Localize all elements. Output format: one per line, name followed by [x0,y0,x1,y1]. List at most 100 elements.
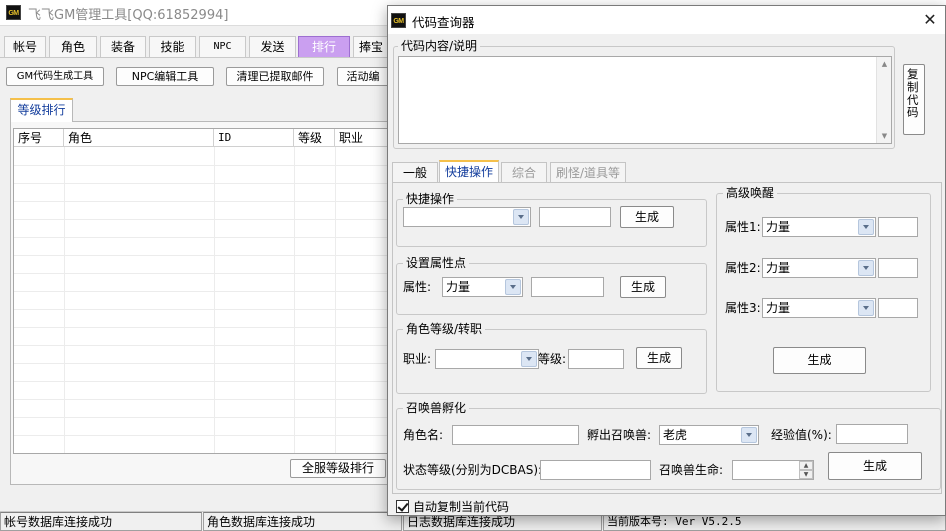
awakening-attr2-label: 属性2: [725,261,761,275]
tab-npc[interactable]: NPC [199,36,246,57]
tab-equipment[interactable]: 装备 [100,36,146,57]
table-row-line [14,219,388,220]
spin-down-icon[interactable]: ▼ [799,470,813,479]
table-row-line [14,453,389,454]
column-header-role[interactable]: 角色 [64,129,214,147]
table-row-line [14,309,388,310]
table-row-line [14,273,388,274]
close-icon[interactable]: ✕ [920,10,940,30]
quick-op-input[interactable] [539,207,611,227]
exp-label: 经验值(%): [771,428,832,442]
dialog-title: 代码查询器 [412,15,475,30]
table-column-line [64,147,65,453]
summon-generate-button[interactable]: 生成 [828,452,922,480]
state-level-label: 状态等级(分别为DCBAS): [403,463,543,477]
hatch-select-value: 老虎 [663,428,688,442]
tab-general[interactable]: 一般 [392,162,438,183]
chevron-down-icon[interactable] [858,300,874,316]
tab-level-ranking[interactable]: 等级排行 [10,98,73,122]
auto-copy-checkbox[interactable] [396,500,409,513]
table-column-line [214,147,215,453]
dialog-logo-icon: GM [391,13,406,28]
set-attr-generate-button[interactable]: 生成 [620,276,666,298]
job-label: 职业: [403,352,432,366]
summon-legend: 召唤兽孵化 [403,401,470,415]
hatch-select[interactable]: 老虎 [659,425,759,445]
table-row-line [14,165,388,166]
column-header-index[interactable]: 序号 [14,129,64,147]
awakening-generate-button[interactable]: 生成 [773,347,866,374]
attr-label: 属性: [403,280,432,294]
quick-op-select[interactable] [403,207,531,227]
chevron-down-icon[interactable] [858,260,874,276]
chevron-down-icon[interactable] [521,351,537,367]
spin-up-icon[interactable]: ▲ [799,461,813,470]
rank-table-header: 序号 角色 ID 等级 职业 [14,129,388,147]
chevron-down-icon[interactable] [858,219,874,235]
tab-monster-items[interactable]: 刷怪/道具等 [550,162,626,183]
chevron-down-icon[interactable] [505,279,521,295]
quick-op-legend: 快捷操作 [403,192,458,206]
clear-mail-button[interactable]: 清理已提取邮件 [226,67,324,86]
chevron-down-icon[interactable] [741,427,757,443]
exp-input[interactable] [836,424,908,444]
column-header-level[interactable]: 等级 [294,129,335,147]
tab-send[interactable]: 发送 [249,36,296,57]
awakening-attr1-input[interactable] [878,217,918,237]
level-label: 等级: [538,352,567,366]
awakening-attr2-select[interactable]: 力量 [762,258,876,278]
level-input[interactable] [568,349,624,369]
table-row-line [14,399,388,400]
tab-treasure[interactable]: 捧宝 [353,36,389,57]
table-row-line [14,291,388,292]
chevron-down-icon[interactable] [513,209,529,225]
awakening-attr3-value: 力量 [766,301,791,315]
quick-op-generate-button[interactable]: 生成 [620,206,674,228]
scroll-up-icon[interactable]: ▲ [877,57,892,71]
table-row-line [14,183,388,184]
npc-edit-tool-button[interactable]: NPC编辑工具 [116,67,214,86]
main-window-title: 飞飞GM管理工具[QQ:61852994] [28,8,229,23]
copy-code-button[interactable]: 复制代码 [903,64,925,135]
awakening-legend: 高级唤醒 [723,186,778,200]
awakening-attr1-select[interactable]: 力量 [762,217,876,237]
role-level-generate-button[interactable]: 生成 [636,347,682,369]
tab-role[interactable]: 角色 [49,36,97,57]
table-row-line [14,435,388,436]
awakening-attr3-input[interactable] [878,298,918,318]
tab-combined[interactable]: 综合 [501,162,547,183]
awakening-attr1-value: 力量 [766,220,791,234]
column-header-job[interactable]: 职业 [335,129,388,147]
code-content-scrollbar[interactable]: ▲ ▼ [876,57,891,143]
summon-hp-label: 召唤兽生命: [659,463,724,477]
status-role-db: 角色数据库连接成功 [203,512,402,531]
rank-table[interactable]: 序号 角色 ID 等级 职业 [13,128,389,454]
summon-hp-spinner[interactable]: ▲ ▼ [732,460,814,480]
code-content-legend: 代码内容/说明 [398,39,481,53]
set-attr-legend: 设置属性点 [403,256,470,270]
column-header-id[interactable]: ID [214,129,294,147]
tab-ranking[interactable]: 排行 [298,36,350,57]
tab-quick-ops[interactable]: 快捷操作 [439,160,499,183]
status-account-db: 帐号数据库连接成功 [0,512,202,531]
activity-edit-button[interactable]: 活动编 [337,67,389,86]
scroll-down-icon[interactable]: ▼ [877,129,892,143]
attr-points-input[interactable] [531,277,604,297]
attr-select-value: 力量 [446,280,471,294]
gm-code-tool-button[interactable]: GM代码生成工具 [6,67,104,86]
summon-role-name-input[interactable] [452,425,579,445]
dialog-title-bar[interactable]: GM 代码查询器 ✕ [388,6,945,34]
job-select[interactable] [435,349,539,369]
code-content-textarea[interactable]: ▲ ▼ [398,56,892,144]
awakening-attr2-value: 力量 [766,261,791,275]
all-server-rank-button[interactable]: 全服等级排行 [290,459,386,478]
awakening-attr2-input[interactable] [878,258,918,278]
awakening-attr3-select[interactable]: 力量 [762,298,876,318]
auto-copy-label[interactable]: 自动复制当前代码 [413,499,509,515]
table-row-line [14,237,388,238]
attr-select[interactable]: 力量 [442,277,523,297]
state-level-input[interactable] [540,460,651,480]
table-row-line [14,345,388,346]
tab-skill[interactable]: 技能 [149,36,196,57]
tab-account[interactable]: 帐号 [4,36,46,57]
